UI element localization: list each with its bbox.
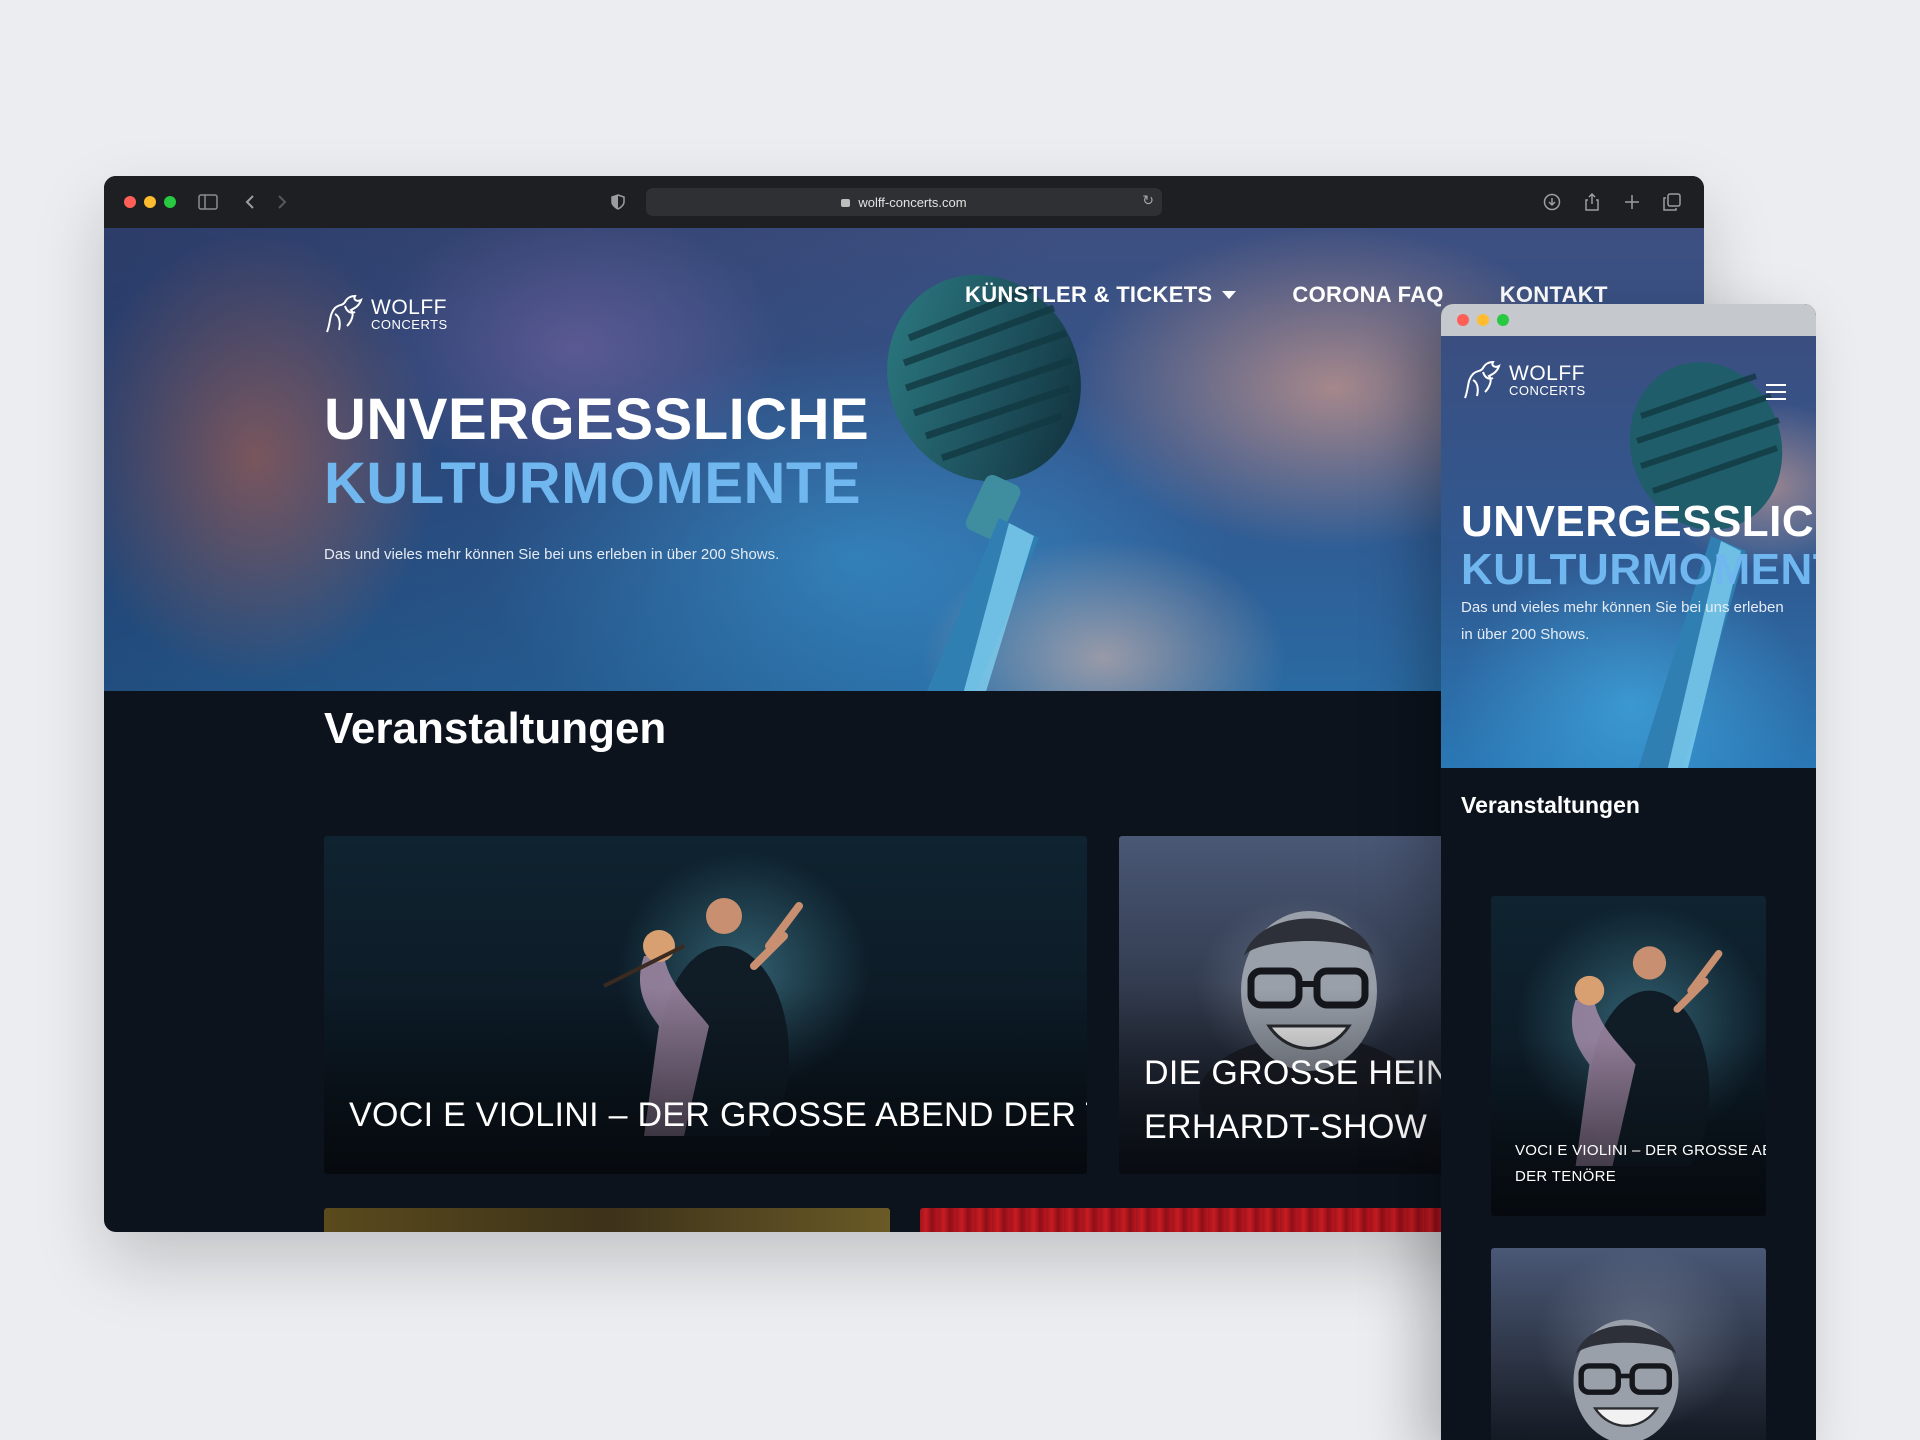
brand-name: WOLFF	[1509, 362, 1585, 385]
hero-subtitle: Das und vieles mehr können Sie bei uns e…	[324, 546, 780, 563]
event-card-title: VOCI E VIOLINI – DER GROSSE ABEND DER TE…	[349, 1096, 1087, 1134]
microphone-illustration	[887, 274, 1081, 691]
event-card-title: VOCI E VIOLINI – DER GROSSE ABEND DER TE…	[1515, 1142, 1766, 1185]
event-card-title: DIE GROSSE HEINZ ERHARDT-SHOW	[1144, 1054, 1449, 1146]
browser-toolbar: wolff-concerts.com ↻	[104, 176, 1704, 228]
event-card-preview[interactable]	[920, 1208, 1480, 1232]
tab-overview-icon[interactable]	[1660, 190, 1684, 214]
brand-tagline: CONCERTS	[1509, 383, 1586, 398]
forward-icon[interactable]	[270, 190, 294, 214]
share-icon[interactable]	[1580, 190, 1604, 214]
maximize-window-button[interactable]	[164, 196, 176, 208]
event-card-heinz-erhardt[interactable]	[1491, 1248, 1766, 1440]
address-bar[interactable]: wolff-concerts.com ↻	[646, 188, 1162, 216]
hero-title: UNVERGESSLICHE KULTURMOMENTE	[324, 387, 870, 516]
sidebar-toggle-icon[interactable]	[196, 190, 220, 214]
mobile-preview-window: WOLFF CONCERTS UNVERGESSLICHE KULTURMOME…	[1441, 304, 1816, 1440]
close-window-button[interactable]	[1457, 314, 1469, 326]
brand-tagline: CONCERTS	[371, 317, 448, 332]
hero-subtitle: Das und vieles mehr können Sie bei uns e…	[1461, 599, 1784, 643]
maximize-window-button[interactable]	[1497, 314, 1509, 326]
brand-logo[interactable]: WOLFF CONCERTS	[1459, 358, 1586, 402]
brand-name: WOLFF	[371, 296, 447, 319]
close-window-button[interactable]	[124, 196, 136, 208]
download-icon[interactable]	[1540, 190, 1564, 214]
back-icon[interactable]	[238, 190, 262, 214]
event-card-voci-e-violini[interactable]: VOCI E VIOLINI – DER GROSSE ABEND DER TE…	[324, 836, 1087, 1174]
event-card-voci-e-violini[interactable]: VOCI E VIOLINI – DER GROSSE ABEND DER TE…	[1491, 896, 1766, 1216]
privacy-shield-icon[interactable]	[606, 190, 630, 214]
wolf-logo-icon	[1464, 360, 1501, 399]
new-tab-icon[interactable]	[1620, 190, 1644, 214]
lock-icon	[841, 199, 851, 207]
reload-icon[interactable]: ↻	[1142, 192, 1154, 209]
minimize-window-button[interactable]	[144, 196, 156, 208]
events-heading: Veranstaltungen	[324, 704, 667, 753]
wolf-logo-icon	[326, 294, 363, 333]
nav-item-corona-faq[interactable]: CORONA FAQ	[1292, 282, 1443, 308]
mobile-window-bar	[1441, 304, 1816, 336]
heinz-erhardt-portrait	[1573, 1319, 1679, 1440]
event-card-heinz-erhardt[interactable]: DIE GROSSE HEINZ ERHARDT-SHOW	[1119, 836, 1449, 1174]
hamburger-icon[interactable]	[1766, 384, 1786, 405]
event-card-preview[interactable]	[324, 1208, 890, 1232]
mobile-hero-banner: WOLFF CONCERTS UNVERGESSLICHE KULTURMOME…	[1441, 336, 1816, 768]
events-heading: Veranstaltungen	[1461, 792, 1640, 818]
brand-logo[interactable]: WOLFF CONCERTS	[321, 292, 448, 336]
minimize-window-button[interactable]	[1477, 314, 1489, 326]
hero-title: UNVERGESSLICHE KULTURMOMENTE	[1461, 497, 1816, 594]
url-text: wolff-concerts.com	[858, 194, 967, 210]
chevron-down-icon	[1222, 291, 1237, 299]
nav-item-artists-tickets[interactable]: KÜNSTLER & TICKETS	[965, 282, 1237, 308]
